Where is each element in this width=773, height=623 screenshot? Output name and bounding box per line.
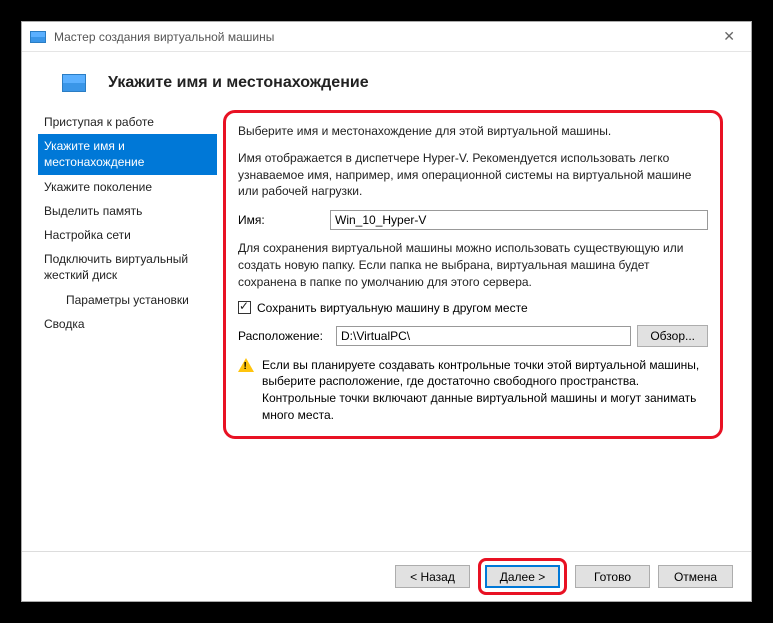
name-description: Имя отображается в диспетчере Hyper-V. Р… xyxy=(238,150,708,200)
heading-area: Укажите имя и местонахождение xyxy=(22,52,751,110)
location-label: Расположение: xyxy=(238,329,330,343)
next-button[interactable]: Далее > xyxy=(485,565,560,588)
wizard-sidebar: Приступая к работе Укажите имя и местона… xyxy=(22,110,217,439)
save-description: Для сохранения виртуальной машины можно … xyxy=(238,240,708,290)
window-title: Мастер создания виртуальной машины xyxy=(54,30,715,44)
browse-button[interactable]: Обзор... xyxy=(637,325,708,347)
sidebar-item-disk[interactable]: Подключить виртуальный жесткий диск xyxy=(44,247,217,287)
checkbox-label: Сохранить виртуальную машину в другом ме… xyxy=(257,301,528,315)
sidebar-item-install-options[interactable]: Параметры установки xyxy=(44,288,217,312)
finish-button[interactable]: Готово xyxy=(575,565,650,588)
sidebar-item-generation[interactable]: Укажите поколение xyxy=(44,175,217,199)
sidebar-item-memory[interactable]: Выделить память xyxy=(44,199,217,223)
save-elsewhere-checkbox[interactable] xyxy=(238,301,251,314)
warning-icon xyxy=(238,358,254,374)
title-bar: Мастер создания виртуальной машины ✕ xyxy=(22,22,751,52)
close-icon[interactable]: ✕ xyxy=(715,24,743,49)
sidebar-item-network[interactable]: Настройка сети xyxy=(44,223,217,247)
location-input[interactable] xyxy=(336,326,631,346)
back-button[interactable]: < Назад xyxy=(395,565,470,588)
name-label: Имя: xyxy=(238,213,330,227)
button-row: < Назад Далее > Готово Отмена xyxy=(22,551,751,601)
warning-text: Если вы планируете создавать контрольные… xyxy=(262,357,708,424)
intro-text: Выберите имя и местонахождение для этой … xyxy=(238,123,708,140)
sidebar-item-start[interactable]: Приступая к работе xyxy=(44,110,217,134)
cancel-button[interactable]: Отмена xyxy=(658,565,733,588)
highlight-box: Выберите имя и местонахождение для этой … xyxy=(223,110,723,439)
heading-icon xyxy=(62,74,86,92)
content-area: Выберите имя и местонахождение для этой … xyxy=(217,110,751,439)
wizard-dialog: Мастер создания виртуальной машины ✕ Ука… xyxy=(21,21,752,602)
sidebar-item-summary[interactable]: Сводка xyxy=(44,312,217,336)
app-icon xyxy=(30,31,46,43)
name-input[interactable] xyxy=(330,210,708,230)
page-title: Укажите имя и местонахождение xyxy=(108,74,369,92)
sidebar-item-name-location[interactable]: Укажите имя и местонахождение xyxy=(38,134,217,174)
next-highlight: Далее > xyxy=(478,558,567,595)
